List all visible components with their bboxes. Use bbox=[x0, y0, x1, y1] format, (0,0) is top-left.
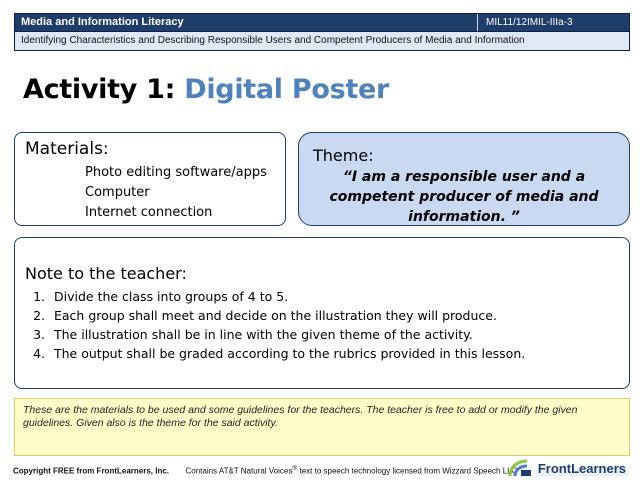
frontlearners-logo: FrontLearners bbox=[507, 457, 628, 479]
copyright-right-pre: Contains AT&T Natural Voices bbox=[185, 466, 293, 476]
copyright-right-post: text to speech technology licensed from … bbox=[297, 466, 518, 476]
materials-list: Photo editing software/apps Computer Int… bbox=[85, 163, 267, 223]
note-list: Divide the class into groups of 4 to 5. … bbox=[15, 287, 525, 363]
teacher-guideline-note: These are the materials to be used and s… bbox=[14, 398, 630, 456]
activity-prefix: Activity 1: bbox=[23, 74, 176, 105]
competency-code: MIL11/12IMIL-IIIa-3 bbox=[477, 14, 629, 31]
materials-item: Photo editing software/apps bbox=[85, 165, 267, 180]
note-item: The output shall be graded according to … bbox=[49, 344, 525, 363]
note-heading: Note to the teacher: bbox=[25, 264, 187, 283]
note-item: Divide the class into groups of 4 to 5. bbox=[49, 287, 525, 306]
subtitle-bar: Identifying Characteristics and Describi… bbox=[14, 32, 630, 51]
materials-item: Computer bbox=[85, 185, 150, 200]
note-item: The illustration shall be in line with t… bbox=[49, 325, 525, 344]
header-bar: Media and Information Literacy MIL11/12I… bbox=[14, 13, 630, 32]
theme-heading: Theme: bbox=[313, 146, 374, 165]
logo-mark-icon bbox=[508, 459, 531, 477]
materials-heading: Materials: bbox=[25, 139, 109, 159]
activity-title: Activity 1: Digital Poster bbox=[23, 74, 389, 105]
materials-box: Materials: Photo editing software/apps C… bbox=[14, 132, 286, 226]
copyright-left: Copyright FREE from FrontLearners, Inc. bbox=[13, 466, 170, 476]
materials-item: Internet connection bbox=[85, 205, 213, 220]
theme-quote: “I am a responsible user and a competent… bbox=[329, 169, 599, 225]
note-item: Each group shall meet and decide on the … bbox=[49, 306, 525, 325]
logo-text: FrontLearners bbox=[535, 460, 628, 476]
lesson-subtitle: Identifying Characteristics and Describi… bbox=[21, 35, 525, 46]
note-box: Note to the teacher: Divide the class in… bbox=[14, 237, 630, 389]
copyright-line: Copyright FREE from FrontLearners, Inc. … bbox=[13, 465, 517, 476]
activity-name: Digital Poster bbox=[184, 74, 389, 105]
course-title: Media and Information Literacy bbox=[21, 16, 184, 28]
theme-box: Theme: “I am a responsible user and a co… bbox=[298, 132, 630, 226]
